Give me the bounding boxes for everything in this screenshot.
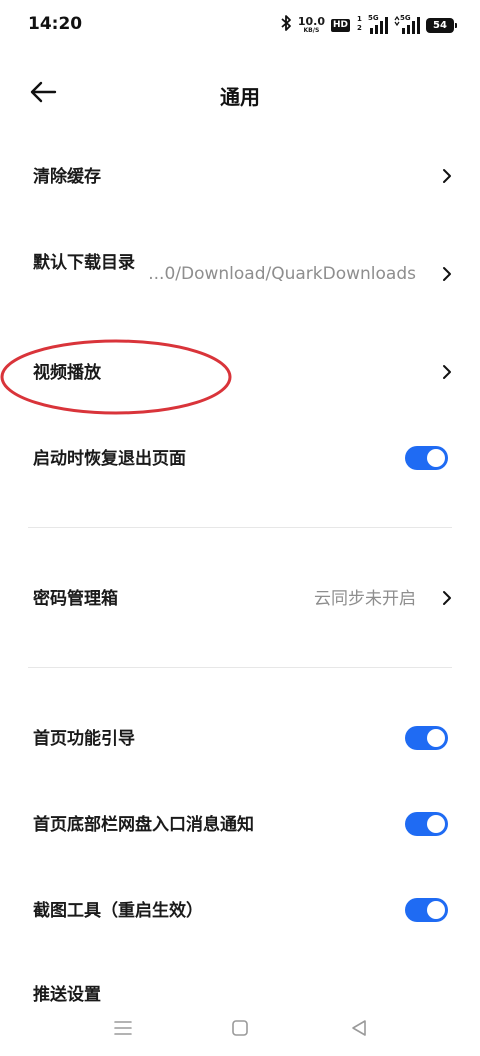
toggle-knob: [427, 449, 445, 467]
row-download-dir[interactable]: 默认下载目录 ...0/Download/QuarkDownloads: [0, 236, 480, 312]
toggle-knob: [427, 901, 445, 919]
toggle-knob: [427, 729, 445, 747]
restore-pages-toggle[interactable]: [405, 446, 448, 470]
page-title: 通用: [220, 85, 260, 109]
row-label: 启动时恢复退出页面: [33, 449, 186, 469]
hd-badge: HD: [330, 18, 350, 32]
row-label: 密码管理箱: [33, 589, 118, 609]
divider: [28, 527, 452, 528]
row-label: 清除缓存: [33, 167, 101, 187]
signal-5g-2-icon: 5G: [394, 14, 420, 34]
triangle-back-icon[interactable]: [347, 1016, 371, 1040]
navigation-bar: [0, 1004, 480, 1056]
row-label: 截图工具（重启生效）: [33, 901, 203, 921]
row-label: 首页底部栏网盘入口消息通知: [33, 815, 254, 835]
bluetooth-icon: [280, 14, 292, 36]
status-bar: 14:20 10.0 KB/S HD 1 2 5G 5G 54: [0, 0, 480, 48]
net-speed: 10.0 KB/S: [298, 16, 325, 34]
row-clear-cache[interactable]: 清除缓存: [0, 146, 480, 206]
sim2-label: 5G: [400, 14, 411, 22]
chevron-right-icon: [443, 365, 451, 379]
chevron-right-icon: [443, 169, 451, 183]
row-password-box[interactable]: 密码管理箱 云同步未开启: [0, 568, 480, 628]
signal-5g-1-icon: 5G: [368, 14, 388, 34]
net-speed-value: 10.0: [297, 15, 325, 28]
row-label: 视频播放: [33, 363, 101, 383]
row-value: ...0/Download/QuarkDownloads: [148, 264, 416, 284]
row-screenshot-tool: 截图工具（重启生效）: [0, 880, 480, 940]
row-restore-pages: 启动时恢复退出页面: [0, 428, 480, 488]
row-home-bottom-notify: 首页底部栏网盘入口消息通知: [0, 794, 480, 854]
sim-index-icon: 1 2: [356, 14, 362, 36]
row-label: 默认下载目录: [33, 253, 135, 273]
chevron-right-icon: [443, 591, 451, 605]
row-value: 云同步未开启: [314, 589, 416, 609]
svg-text:1: 1: [357, 15, 362, 23]
toggle-knob: [427, 815, 445, 833]
sim1-label: 5G: [368, 14, 379, 22]
divider: [28, 667, 452, 668]
svg-text:2: 2: [357, 24, 362, 32]
net-speed-unit: KB/S: [303, 27, 320, 34]
row-label: 首页功能引导: [33, 729, 135, 749]
status-icons: 10.0 KB/S HD 1 2 5G 5G 54: [280, 14, 457, 36]
row-home-guide: 首页功能引导: [0, 708, 480, 768]
row-push-settings[interactable]: 推送设置: [33, 984, 101, 1006]
battery-icon: 54: [426, 17, 457, 33]
chevron-right-icon: [443, 267, 451, 281]
home-bottom-notify-toggle[interactable]: [405, 812, 448, 836]
row-video-play[interactable]: 视频播放: [0, 342, 480, 402]
status-time: 14:20: [28, 14, 83, 34]
square-icon[interactable]: [228, 1016, 252, 1040]
menu-icon[interactable]: [111, 1016, 135, 1040]
screenshot-tool-toggle[interactable]: [405, 898, 448, 922]
header: 通用: [0, 64, 480, 124]
home-guide-toggle[interactable]: [405, 726, 448, 750]
